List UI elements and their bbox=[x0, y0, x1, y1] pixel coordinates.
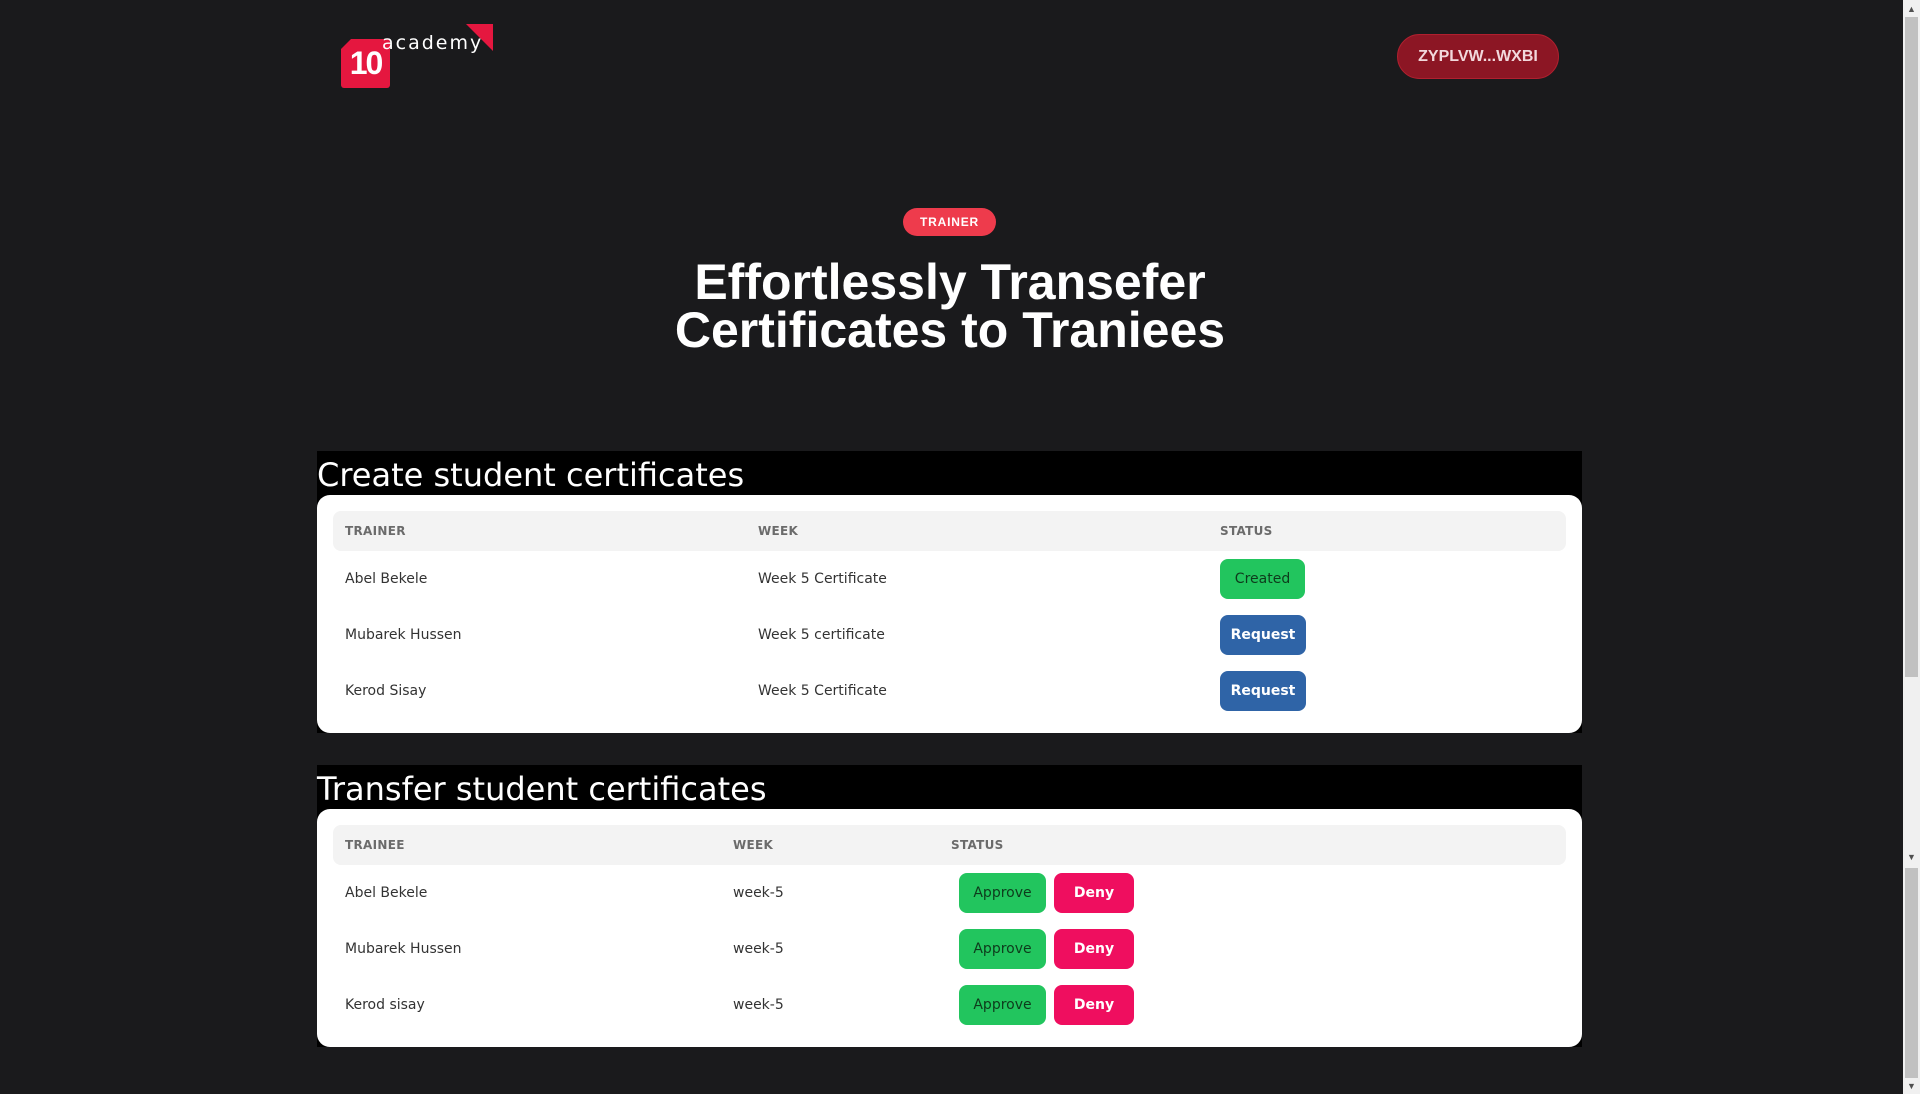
logo-number: 10 bbox=[349, 45, 384, 81]
deny-button[interactable]: Deny bbox=[1054, 929, 1134, 969]
section-title: Transfer student certificates bbox=[317, 770, 767, 808]
approve-button[interactable]: Approve bbox=[959, 929, 1046, 969]
scrollbar-thumb-lower[interactable] bbox=[1905, 868, 1918, 1078]
column-header-week: WEEK bbox=[758, 524, 799, 538]
table-row: Kerod sisay week-5 Approve Deny bbox=[333, 977, 1566, 1033]
week-value: week-5 bbox=[733, 885, 784, 901]
column-header-week: WEEK bbox=[733, 838, 774, 852]
transfer-certificates-table: TRAINEE WEEK STATUS Abel Bekele week-5 A… bbox=[317, 809, 1582, 1047]
request-button[interactable]: Request bbox=[1220, 615, 1306, 655]
table-row: Kerod Sisay Week 5 Certificate Request bbox=[333, 663, 1566, 719]
table-header: TRAINEE WEEK STATUS bbox=[333, 825, 1566, 865]
request-button[interactable]: Request bbox=[1220, 671, 1306, 711]
scroll-down-icon[interactable]: ▼ bbox=[1903, 848, 1920, 865]
approve-button[interactable]: Approve bbox=[959, 985, 1046, 1025]
deny-button[interactable]: Deny bbox=[1054, 985, 1134, 1025]
column-header-status: STATUS bbox=[951, 838, 1004, 852]
approve-button[interactable]: Approve bbox=[959, 873, 1046, 913]
created-status-button[interactable]: Created bbox=[1220, 559, 1305, 599]
column-header-status: STATUS bbox=[1220, 524, 1273, 538]
trainee-name: Mubarek Hussen bbox=[345, 941, 462, 957]
week-value: Week 5 Certificate bbox=[758, 571, 887, 587]
academy-logo[interactable]: 10 academy bbox=[341, 24, 493, 88]
week-value: week-5 bbox=[733, 997, 784, 1013]
scroll-up-icon[interactable]: ▲ bbox=[1903, 0, 1920, 17]
trainer-name: Abel Bekele bbox=[345, 571, 428, 587]
page-title: Effortlessly Transefer Certificates to T… bbox=[674, 254, 1226, 358]
trainer-name: Mubarek Hussen bbox=[345, 627, 462, 643]
trainee-name: Abel Bekele bbox=[345, 885, 428, 901]
table-header: TRAINER WEEK STATUS bbox=[333, 511, 1566, 551]
scroll-down-icon-bottom[interactable]: ▼ bbox=[1903, 1077, 1920, 1094]
week-value: week-5 bbox=[733, 941, 784, 957]
section-title: Create student certificates bbox=[317, 456, 745, 494]
table-row: Mubarek Hussen Week 5 certificate Reques… bbox=[333, 607, 1566, 663]
column-header-trainee: TRAINEE bbox=[345, 838, 405, 852]
table-row: Abel Bekele Week 5 Certificate Created bbox=[333, 551, 1566, 607]
week-value: Week 5 Certificate bbox=[758, 683, 887, 699]
week-value: Week 5 certificate bbox=[758, 627, 885, 643]
table-row: Abel Bekele week-5 Approve Deny bbox=[333, 865, 1566, 921]
scrollbar-thumb[interactable] bbox=[1905, 17, 1918, 677]
transfer-certificates-section: Transfer student certificates TRAINEE WE… bbox=[317, 765, 1582, 1047]
wallet-address-button[interactable]: ZYPLVW...WXBI bbox=[1397, 34, 1559, 79]
vertical-scrollbar[interactable]: ▲ ▼ ▼ bbox=[1903, 0, 1920, 1094]
role-badge: TRAINER bbox=[903, 208, 996, 236]
logo-flag-icon bbox=[466, 24, 493, 51]
column-header-trainer: TRAINER bbox=[345, 524, 406, 538]
trainer-name: Kerod Sisay bbox=[345, 683, 427, 699]
deny-button[interactable]: Deny bbox=[1054, 873, 1134, 913]
table-row: Mubarek Hussen week-5 Approve Deny bbox=[333, 921, 1566, 977]
create-certificates-table: TRAINER WEEK STATUS Abel Bekele Week 5 C… bbox=[317, 495, 1582, 733]
create-certificates-section: Create student certificates TRAINER WEEK… bbox=[317, 451, 1582, 733]
trainee-name: Kerod sisay bbox=[345, 997, 425, 1013]
